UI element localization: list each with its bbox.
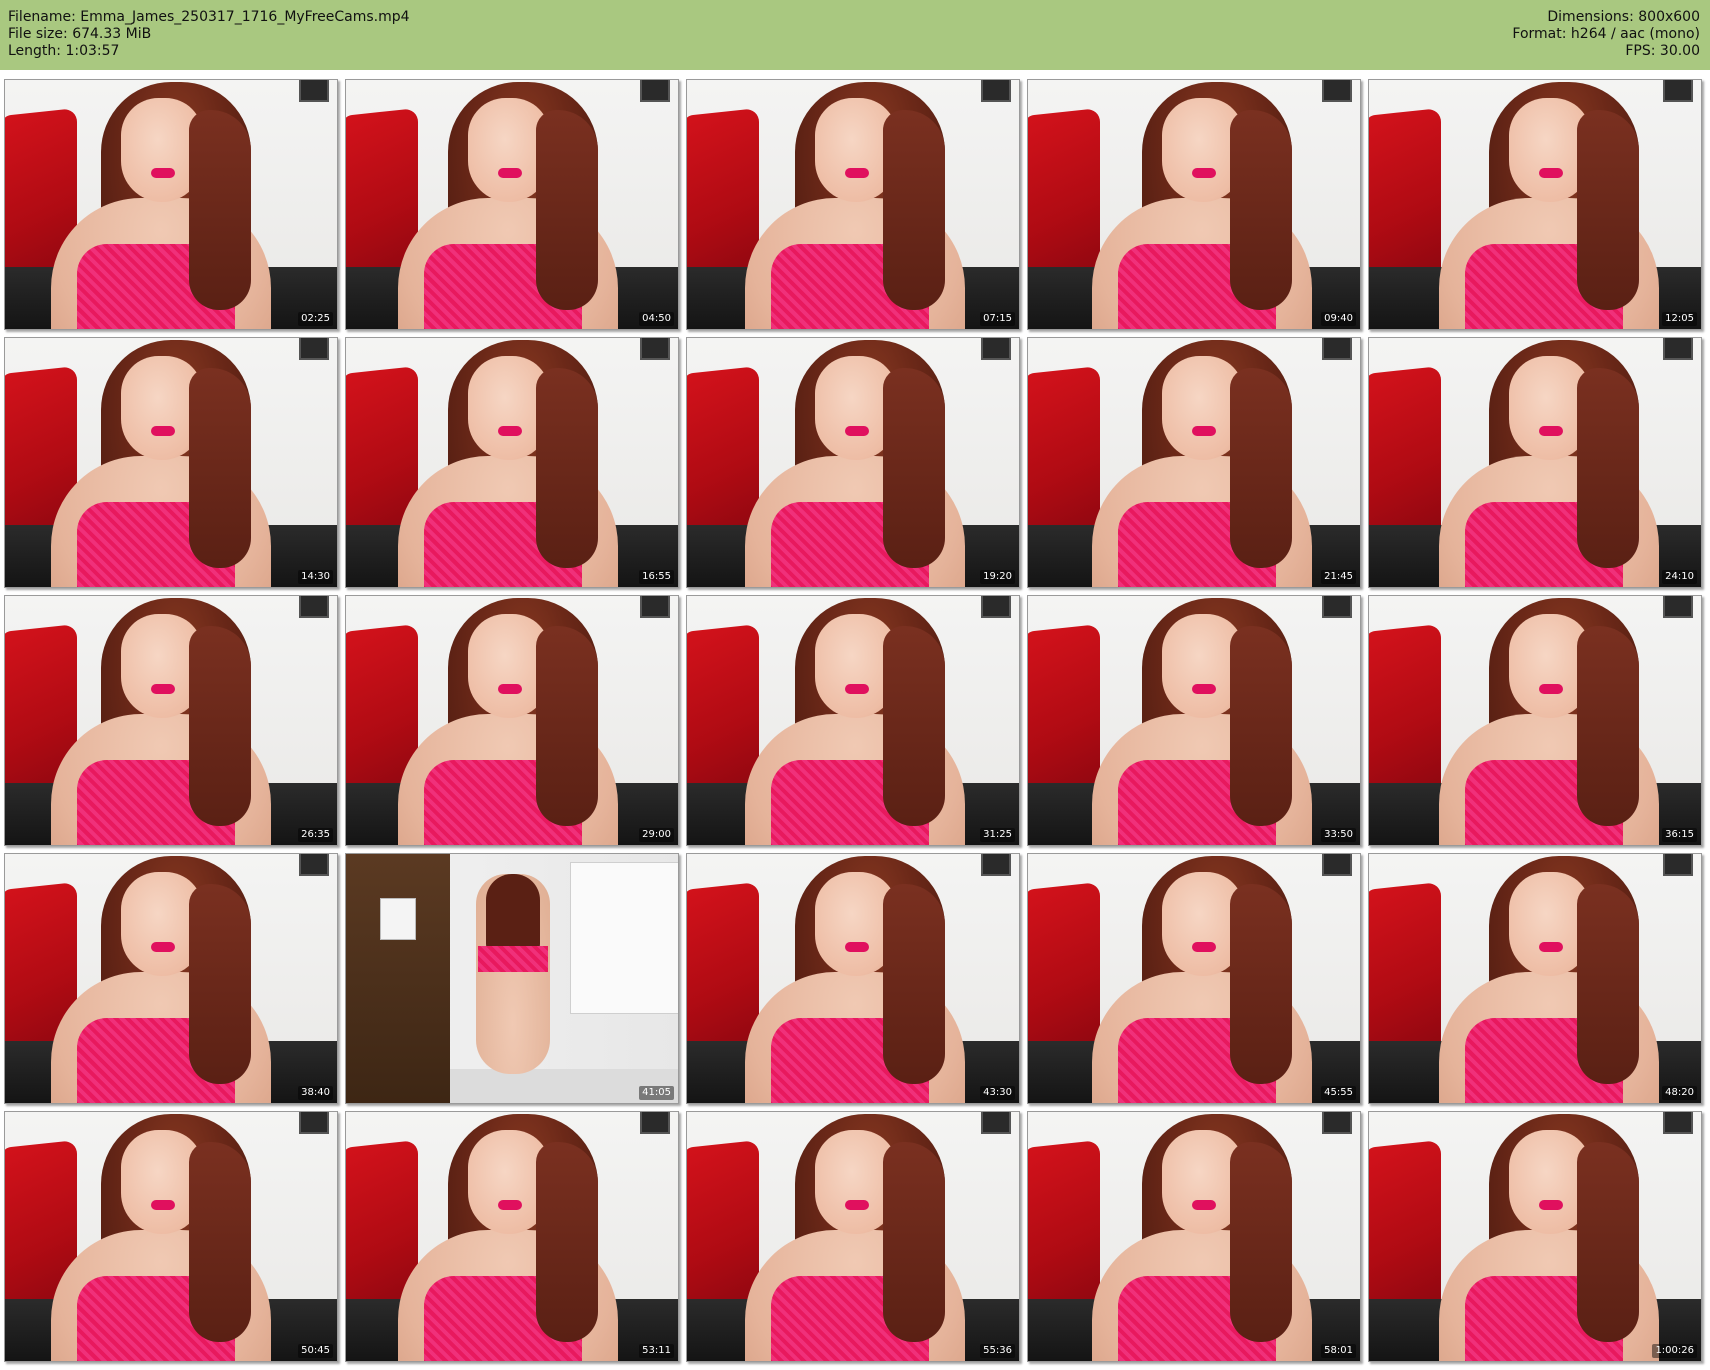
info-header: Filename: Emma_James_250317_1716_MyFreeC… (0, 0, 1710, 70)
format-text: Format: h264 / aac (mono) (1512, 26, 1700, 42)
video-thumbnail: 50:45 (4, 1111, 338, 1362)
timestamp-label: 53:11 (639, 1344, 674, 1358)
timestamp-label: 41:05 (639, 1086, 674, 1100)
timestamp-label: 43:30 (980, 1086, 1015, 1100)
timestamp-label: 58:01 (1321, 1344, 1356, 1358)
video-thumbnail: 12:05 (1368, 79, 1702, 330)
video-thumbnail: 19:20 (686, 337, 1020, 588)
timestamp-label: 29:00 (639, 828, 674, 842)
timestamp-label: 21:45 (1321, 570, 1356, 584)
video-thumbnail: 29:00 (345, 595, 679, 846)
video-thumbnail: 1:00:26 (1368, 1111, 1702, 1362)
video-thumbnail: 43:30 (686, 853, 1020, 1104)
thumbnail-image (687, 1112, 1019, 1361)
fps-text: FPS: 30.00 (1625, 43, 1700, 59)
thumbnail-image (5, 80, 337, 329)
timestamp-label: 55:36 (980, 1344, 1015, 1358)
timestamp-label: 50:45 (298, 1344, 333, 1358)
thumbnail-image (687, 80, 1019, 329)
timestamp-label: 04:50 (639, 312, 674, 326)
timestamp-label: 02:25 (298, 312, 333, 326)
length-text: Length: 1:03:57 (8, 43, 120, 59)
thumbnail-image (1369, 1112, 1701, 1361)
timestamp-label: 12:05 (1662, 312, 1697, 326)
thumbnail-image (5, 854, 337, 1103)
video-thumbnail: 38:40 (4, 853, 338, 1104)
thumbnail-image (1028, 1112, 1360, 1361)
filename-text: Filename: Emma_James_250317_1716_MyFreeC… (8, 9, 410, 25)
thumbnail-image (346, 596, 678, 845)
thumbnail-image (346, 80, 678, 329)
video-thumbnail: 58:01 (1027, 1111, 1361, 1362)
timestamp-label: 09:40 (1321, 312, 1356, 326)
thumbnail-image (687, 338, 1019, 587)
video-thumbnail: 04:50 (345, 79, 679, 330)
video-thumbnail: 16:55 (345, 337, 679, 588)
video-thumbnail: 24:10 (1368, 337, 1702, 588)
timestamp-label: 33:50 (1321, 828, 1356, 842)
video-thumbnail: 14:30 (4, 337, 338, 588)
timestamp-label: 26:35 (298, 828, 333, 842)
timestamp-label: 36:15 (1662, 828, 1697, 842)
thumbnail-image (346, 338, 678, 587)
timestamp-label: 45:55 (1321, 1086, 1356, 1100)
timestamp-label: 16:55 (639, 570, 674, 584)
thumbnail-image (346, 854, 678, 1103)
thumbnail-image (5, 338, 337, 587)
thumbnail-image (687, 596, 1019, 845)
thumbnail-image (1028, 854, 1360, 1103)
thumbnail-image (346, 1112, 678, 1361)
thumbnail-image (1028, 596, 1360, 845)
thumbnail-grid: 02:25 04:50 07:15 09:40 12:05 14:30 16:55 19:20… (4, 79, 1706, 1362)
timestamp-label: 24:10 (1662, 570, 1697, 584)
video-thumbnail: 36:15 (1368, 595, 1702, 846)
video-thumbnail: 07:15 (686, 79, 1020, 330)
thumbnail-image (1028, 80, 1360, 329)
video-thumbnail: 55:36 (686, 1111, 1020, 1362)
video-thumbnail: 31:25 (686, 595, 1020, 846)
timestamp-label: 19:20 (980, 570, 1015, 584)
timestamp-label: 07:15 (980, 312, 1015, 326)
thumbnail-image (1028, 338, 1360, 587)
file-info-right: Dimensions: 800x600 Format: h264 / aac (… (1512, 9, 1700, 60)
video-thumbnail: 53:11 (345, 1111, 679, 1362)
thumbnail-image (687, 854, 1019, 1103)
dimensions-text: Dimensions: 800x600 (1547, 9, 1700, 25)
thumbnail-image (1369, 338, 1701, 587)
video-thumbnail: 45:55 (1027, 853, 1361, 1104)
video-thumbnail: 26:35 (4, 595, 338, 846)
thumbnail-image (1369, 854, 1701, 1103)
video-thumbnail: 33:50 (1027, 595, 1361, 846)
video-thumbnail: 41:05 (345, 853, 679, 1104)
timestamp-label: 31:25 (980, 828, 1015, 842)
thumbnail-image (1369, 596, 1701, 845)
thumbnail-image (1369, 80, 1701, 329)
thumbnail-image (5, 1112, 337, 1361)
timestamp-label: 48:20 (1662, 1086, 1697, 1100)
timestamp-label: 38:40 (298, 1086, 333, 1100)
timestamp-label: 1:00:26 (1652, 1344, 1697, 1358)
file-info-left: Filename: Emma_James_250317_1716_MyFreeC… (8, 9, 410, 60)
video-thumbnail: 48:20 (1368, 853, 1702, 1104)
video-thumbnail: 02:25 (4, 79, 338, 330)
video-thumbnail: 09:40 (1027, 79, 1361, 330)
timestamp-label: 14:30 (298, 570, 333, 584)
video-thumbnail: 21:45 (1027, 337, 1361, 588)
thumbnail-image (5, 596, 337, 845)
filesize-text: File size: 674.33 MiB (8, 26, 152, 42)
